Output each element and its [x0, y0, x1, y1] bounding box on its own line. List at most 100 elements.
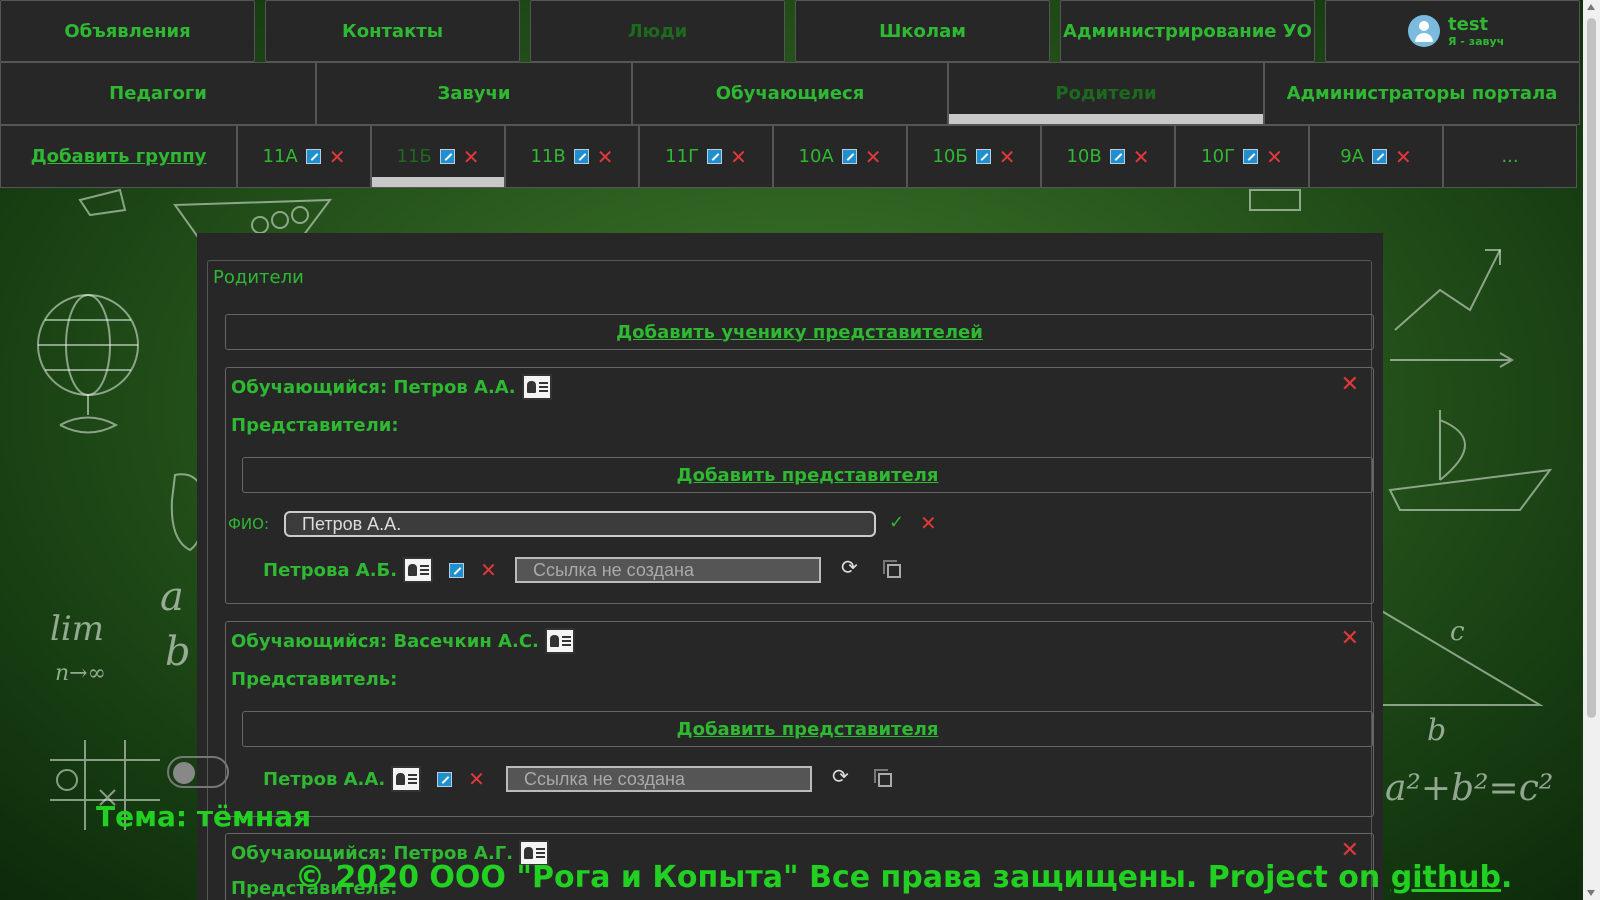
scroll-down-icon[interactable]	[1587, 890, 1595, 896]
add-student-reps-button[interactable]: Добавить ученику представителей	[225, 314, 1374, 350]
github-link[interactable]: github	[1391, 860, 1501, 895]
group-label: 11А	[262, 146, 298, 167]
theme-toggle[interactable]	[167, 756, 229, 788]
group-tab[interactable]: 11В ✕	[505, 125, 639, 188]
close-icon[interactable]: ✕	[1341, 372, 1359, 397]
edit-icon[interactable]	[707, 149, 723, 164]
rep-item: Петрова А.Б. ✕	[263, 557, 497, 583]
delete-icon[interactable]: ✕	[1133, 147, 1150, 167]
add-group-link[interactable]: Добавить группу	[0, 125, 237, 188]
delete-icon[interactable]: ✕	[999, 147, 1016, 167]
student-title: Обучающийся: Васечкин А.С.	[231, 628, 575, 654]
close-icon[interactable]: ✕	[1341, 626, 1359, 651]
link-field[interactable]: Ссылка не создана	[506, 766, 812, 792]
delete-icon[interactable]: ✕	[730, 147, 747, 167]
svg-text:lim: lim	[50, 609, 104, 649]
group-tab[interactable]: 11Г ✕	[639, 125, 773, 188]
edit-icon[interactable]	[573, 149, 589, 164]
refresh-icon[interactable]: ⟳	[841, 555, 858, 579]
group-tab[interactable]: 11А ✕	[237, 125, 371, 188]
id-card-icon[interactable]	[391, 766, 422, 792]
nav-schools[interactable]: Школам	[795, 0, 1050, 62]
student-card: Обучающийся: Васечкин А.С. ✕ Представите…	[225, 621, 1374, 817]
student-name: Обучающийся: Васечкин А.С.	[231, 630, 539, 652]
id-card-icon[interactable]	[544, 628, 575, 654]
nav-announcements[interactable]: Объявления	[0, 0, 255, 62]
delete-icon[interactable]: ✕	[329, 147, 346, 167]
delete-icon[interactable]: ✕	[480, 560, 497, 580]
top-nav: Объявления Контакты Люди Школам Админист…	[0, 0, 1583, 62]
group-tab[interactable]: 9А ✕	[1309, 125, 1443, 188]
delete-icon[interactable]: ✕	[1395, 147, 1412, 167]
student-title: Обучающийся: Петров А.А.	[231, 374, 552, 400]
group-label: 10Г	[1201, 146, 1236, 167]
tab-students[interactable]: Обучающиеся	[632, 62, 948, 125]
fio-input[interactable]: Петров А.А.	[284, 511, 876, 537]
edit-icon[interactable]	[975, 149, 991, 164]
svg-text:a: a	[160, 574, 184, 620]
svg-text:n→∞: n→∞	[55, 661, 106, 686]
edit-icon[interactable]	[305, 149, 321, 164]
group-label: 10В	[1066, 146, 1102, 167]
group-label: 9А	[1340, 146, 1364, 167]
nav-admin-uo[interactable]: Администрирование УО	[1060, 0, 1315, 62]
group-label: 10А	[798, 146, 834, 167]
edit-icon[interactable]	[1243, 149, 1259, 164]
avatar	[1408, 15, 1440, 47]
group-tab[interactable]: 10В ✕	[1041, 125, 1175, 188]
group-label: 11Г	[665, 146, 700, 167]
refresh-icon[interactable]: ⟳	[832, 764, 849, 788]
user-menu[interactable]: test Я - завуч	[1325, 0, 1580, 62]
cancel-icon[interactable]: ✕	[920, 513, 937, 533]
group-tab[interactable]: 10А ✕	[773, 125, 907, 188]
rep-item: Петров А.А. ✕	[263, 766, 485, 792]
add-rep-button[interactable]: Добавить представителя	[242, 457, 1373, 493]
section-title: Родители	[213, 267, 304, 288]
rep-name: Петрова А.Б.	[263, 559, 398, 581]
edit-icon[interactable]	[841, 149, 857, 164]
user-name: test	[1448, 14, 1489, 35]
edit-icon[interactable]	[439, 149, 455, 164]
user-role: Я - завуч	[1448, 35, 1505, 48]
tab-portal-admins[interactable]: Администраторы портала	[1264, 62, 1580, 125]
edit-icon[interactable]	[1372, 149, 1387, 164]
more-groups-button[interactable]: ...	[1443, 125, 1577, 188]
id-card-icon[interactable]	[403, 557, 434, 583]
tab-head-teachers[interactable]: Завучи	[316, 62, 632, 125]
student-name: Обучающийся: Петров А.А.	[231, 376, 516, 398]
delete-icon[interactable]: ✕	[1266, 147, 1283, 167]
group-label: 11В	[530, 146, 566, 167]
group-tab[interactable]: 11Б ✕	[371, 125, 505, 188]
group-label: 10Б	[932, 146, 968, 167]
scrollbar[interactable]	[1583, 0, 1600, 900]
edit-icon[interactable]	[1109, 149, 1125, 164]
id-card-icon[interactable]	[521, 374, 552, 400]
delete-icon[interactable]: ✕	[468, 769, 485, 789]
scroll-up-icon[interactable]	[1587, 4, 1595, 10]
copy-icon[interactable]	[874, 769, 892, 787]
edit-icon[interactable]	[437, 771, 453, 787]
delete-icon[interactable]: ✕	[865, 147, 882, 167]
reps-label: Представитель:	[231, 669, 398, 690]
group-tab[interactable]: 10Г ✕	[1175, 125, 1309, 188]
delete-icon[interactable]: ✕	[463, 147, 480, 167]
student-card: Обучающийся: Петров А.А. ✕ Представители…	[225, 367, 1374, 604]
scroll-thumb[interactable]	[1587, 18, 1596, 718]
svg-text:b: b	[165, 629, 191, 675]
nav-people[interactable]: Люди	[530, 0, 785, 62]
tab-parents[interactable]: Родители	[948, 62, 1264, 125]
check-icon[interactable]: ✓	[889, 512, 904, 533]
delete-icon[interactable]: ✕	[597, 147, 614, 167]
tab-teachers[interactable]: Педагоги	[0, 62, 316, 125]
nav-contacts[interactable]: Контакты	[265, 0, 520, 62]
fio-label: ФИО:	[228, 515, 269, 533]
link-field[interactable]: Ссылка не создана	[515, 557, 821, 583]
copy-icon[interactable]	[883, 560, 901, 578]
group-nav: Добавить группу 11А ✕ 11Б ✕ 11В ✕ 11Г ✕ 10А ✕…	[0, 125, 1583, 188]
footer-text: © 2020 ООО "Рога и Копыта" Все права защ…	[295, 860, 1391, 895]
reps-label: Представители:	[231, 415, 399, 436]
group-tab[interactable]: 10Б ✕	[907, 125, 1041, 188]
svg-text:a²+b²=c²: a²+b²=c²	[1385, 768, 1553, 809]
add-rep-button[interactable]: Добавить представителя	[242, 711, 1373, 747]
edit-icon[interactable]	[449, 562, 465, 578]
